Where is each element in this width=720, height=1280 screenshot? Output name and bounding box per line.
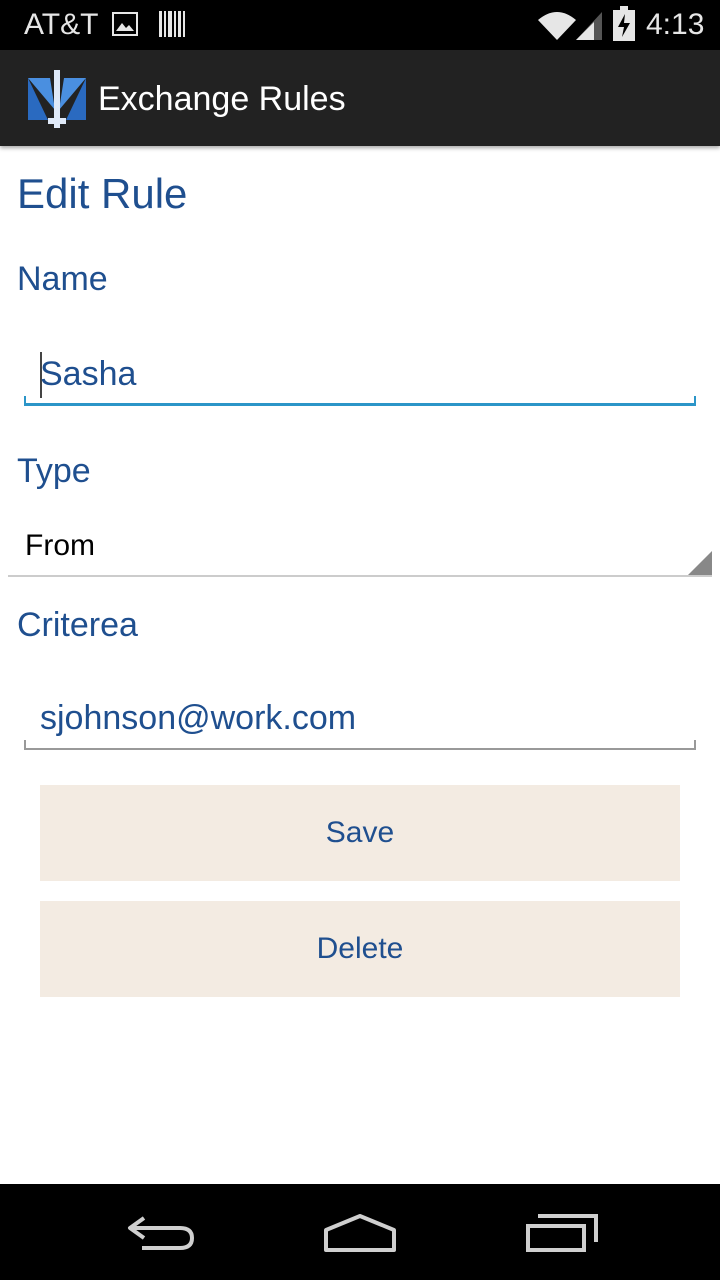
carrier-name: AT&T	[24, 8, 99, 41]
type-selected-value: From	[25, 529, 95, 562]
field-tick-left	[24, 396, 26, 406]
criteria-field[interactable]: sjohnson@work.com	[24, 690, 696, 750]
type-label: Type	[17, 452, 91, 490]
criteria-label: Criterea	[17, 606, 138, 644]
name-label: Name	[17, 260, 108, 298]
app-title: Exchange Rules	[98, 80, 346, 118]
wifi-icon	[538, 12, 576, 40]
exchange-rules-logo	[28, 70, 86, 128]
barcode-icon	[159, 11, 185, 37]
field-underline	[24, 403, 696, 406]
name-value: Sasha	[40, 355, 137, 393]
name-field[interactable]: Sasha	[24, 346, 696, 406]
field-underline	[24, 748, 696, 750]
delete-button[interactable]: Delete	[40, 901, 680, 997]
dropdown-arrow-icon	[688, 551, 712, 575]
photo-icon	[112, 12, 138, 36]
back-icon[interactable]	[124, 1212, 196, 1254]
status-clock: 4:13	[646, 8, 705, 41]
action-bar: Exchange Rules	[0, 50, 720, 146]
recent-apps-icon[interactable]	[524, 1210, 600, 1254]
field-tick-right	[694, 740, 696, 750]
type-spinner[interactable]: From	[8, 515, 712, 577]
navigation-bar	[0, 1184, 720, 1280]
field-tick-right	[694, 396, 696, 406]
battery-charging-icon	[613, 6, 635, 41]
home-icon[interactable]	[322, 1210, 398, 1254]
signal-icon	[576, 12, 602, 40]
criteria-value: sjohnson@work.com	[40, 699, 357, 737]
page-title: Edit Rule	[17, 170, 188, 217]
field-tick-left	[24, 740, 26, 750]
status-bar: AT&T 4:13	[0, 0, 720, 50]
save-button[interactable]: Save	[40, 785, 680, 881]
